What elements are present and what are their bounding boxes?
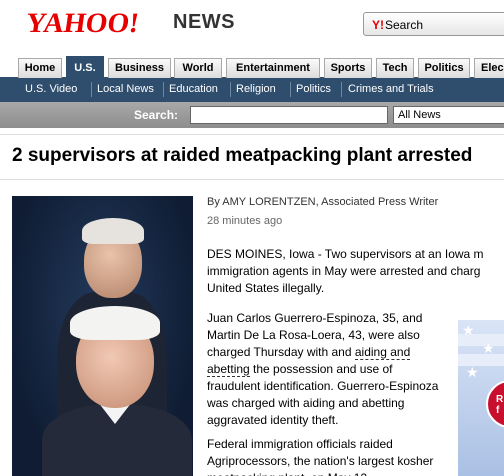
subnav-divider — [341, 82, 342, 97]
tab-sports[interactable]: Sports — [324, 58, 372, 78]
article-paragraph-3: Federal immigration officials raided Agr… — [207, 437, 434, 476]
tab-home[interactable]: Home — [18, 58, 62, 78]
subnav-bar: U.S. Video Local News Education Religion… — [0, 78, 504, 102]
masthead: YAHOO! NEWS Y!Search — [0, 0, 504, 54]
subnav-religion[interactable]: Religion — [236, 83, 276, 95]
tab-elections[interactable]: Elec — [474, 58, 504, 78]
yahoo-search-button[interactable]: Y!Search — [363, 12, 504, 36]
star-icon: ★ — [466, 364, 479, 380]
subnav-divider — [230, 82, 231, 97]
subnav-politics[interactable]: Politics — [296, 83, 331, 95]
star-icon: ★ — [462, 322, 475, 338]
ad-text: R f — [496, 394, 504, 416]
search-button-label: Search — [385, 18, 424, 32]
subnav-divider — [91, 82, 92, 97]
subnav-education[interactable]: Education — [169, 83, 218, 95]
subnav-us-video[interactable]: U.S. Video — [25, 83, 77, 95]
subnav-crimes-and-trials[interactable]: Crimes and Trials — [348, 83, 434, 95]
photo-hair-back — [82, 218, 144, 244]
search-label: Search: — [134, 108, 179, 122]
ad-badge: R f — [486, 380, 504, 428]
tab-politics[interactable]: Politics — [418, 58, 470, 78]
tab-us[interactable]: U.S. — [66, 56, 104, 78]
main-tabs: Home U.S. Business World Entertainment S… — [0, 56, 504, 78]
subnav-divider — [163, 82, 164, 97]
article-headline: 2 supervisors at raided meatpacking plan… — [12, 145, 473, 166]
divider — [0, 179, 504, 180]
article-paragraph-1: DES MOINES, Iowa - Two supervisors at an… — [207, 246, 504, 297]
article-paragraph-2: Juan Carlos Guerrero-Espinoza, 35, and M… — [207, 310, 443, 429]
tab-business[interactable]: Business — [108, 58, 171, 78]
article-timestamp: 28 minutes ago — [207, 215, 283, 227]
article-photo[interactable] — [12, 196, 193, 476]
yahoo-logo[interactable]: YAHOO! — [24, 8, 141, 40]
yahoo-y-icon: Y! — [372, 18, 384, 32]
subnav-local-news[interactable]: Local News — [97, 83, 154, 95]
subnav-divider — [290, 82, 291, 97]
search-input[interactable] — [190, 106, 388, 124]
paragraph-line: DES MOINES, Iowa - Two supervisors at an… — [207, 247, 484, 261]
article-byline: By AMY LORENTZEN, Associated Press Write… — [207, 196, 439, 208]
news-search-bar: Search: All News — [0, 102, 504, 128]
paragraph-line: United States illegally. — [207, 281, 325, 295]
side-advertisement[interactable]: ★ ★ ★ R f — [458, 320, 504, 476]
photo-hair-front — [70, 306, 160, 340]
ad-stripe — [458, 354, 504, 366]
star-icon: ★ — [482, 340, 495, 356]
tab-world[interactable]: World — [174, 58, 222, 78]
news-section-title[interactable]: NEWS — [173, 11, 235, 34]
search-scope-select[interactable]: All News — [393, 106, 504, 124]
tab-entertainment[interactable]: Entertainment — [226, 58, 320, 78]
divider — [0, 134, 504, 135]
paragraph-line: immigration agents in May were arrested … — [207, 264, 481, 278]
tab-tech[interactable]: Tech — [376, 58, 414, 78]
